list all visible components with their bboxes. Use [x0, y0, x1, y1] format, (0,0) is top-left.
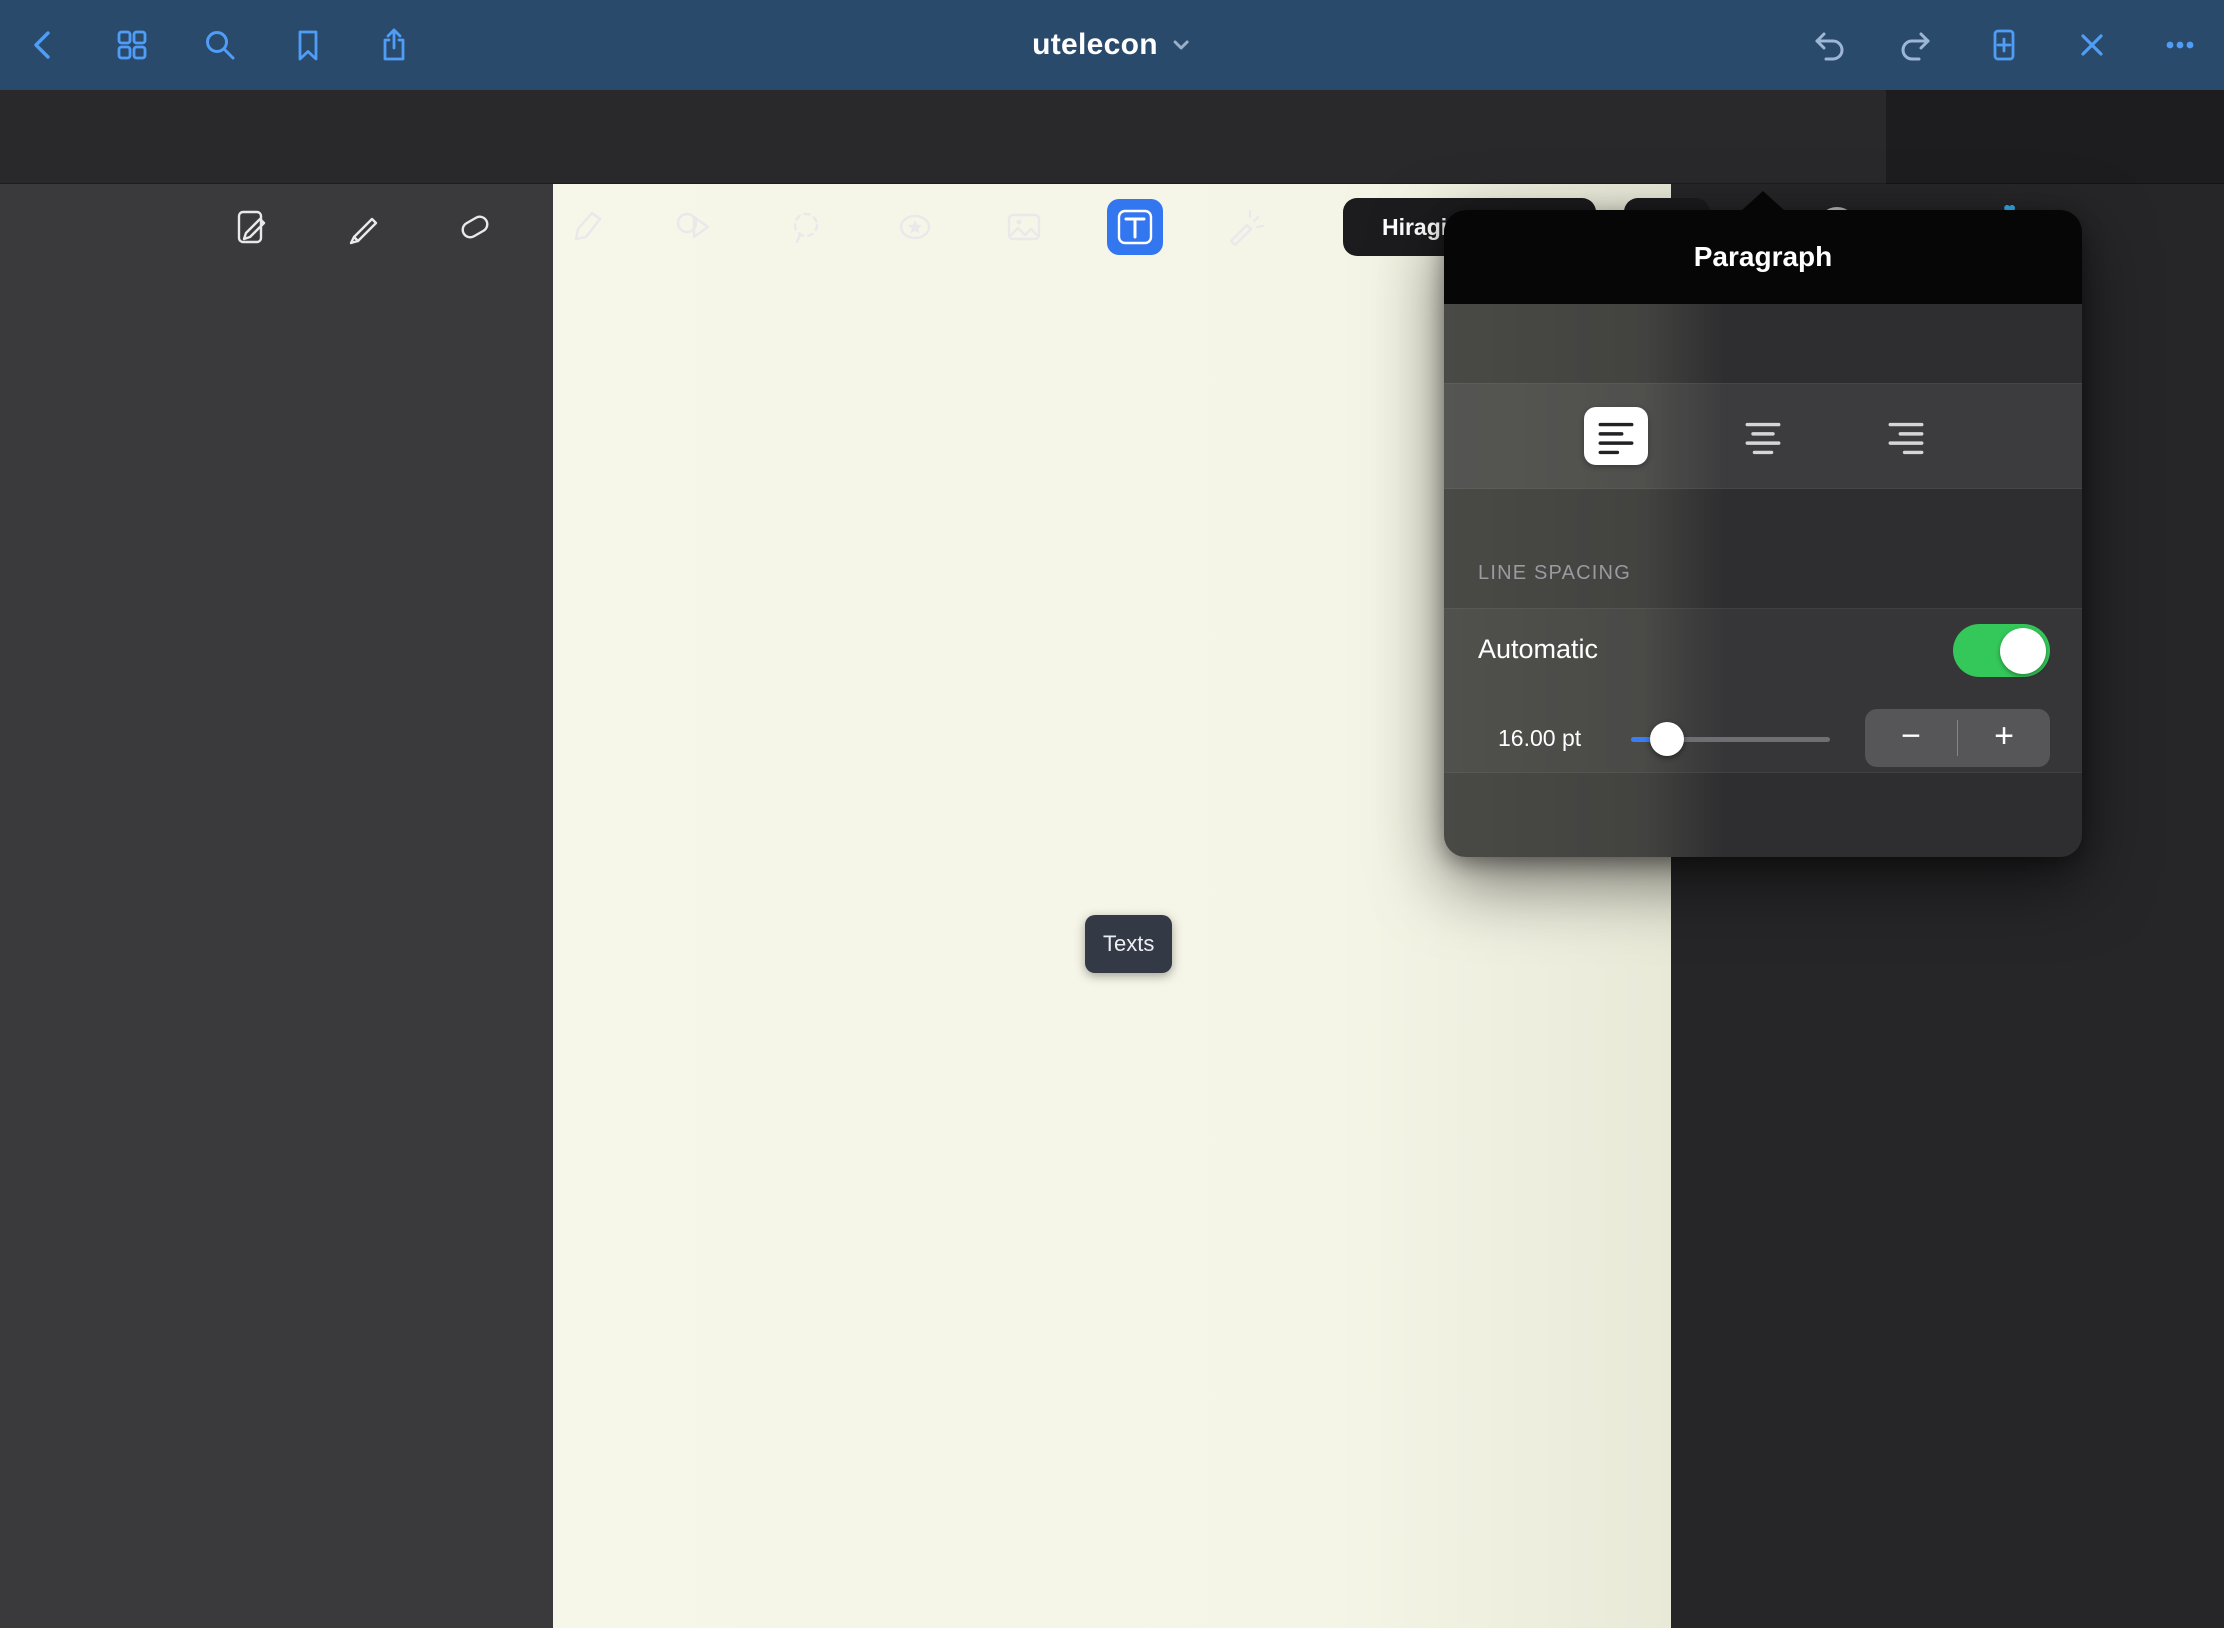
elements-tool[interactable]	[887, 199, 943, 255]
laser-pointer-tool-icon	[1217, 199, 1273, 255]
undo-button[interactable]	[1806, 21, 1854, 69]
automatic-toggle[interactable]	[1953, 624, 2050, 677]
align-right-option[interactable]	[1874, 407, 1938, 465]
text-tool-icon	[1107, 199, 1163, 255]
redo-icon	[1895, 25, 1935, 65]
close-button[interactable]	[2068, 21, 2116, 69]
automatic-label: Automatic	[1478, 634, 1598, 665]
selected-text-label: Texts	[1103, 931, 1154, 957]
canvas-background-left	[0, 184, 553, 1628]
back-icon	[23, 25, 63, 65]
search-icon	[200, 25, 240, 65]
back-button[interactable]	[19, 21, 67, 69]
eraser-tool-icon	[447, 199, 503, 255]
more-icon	[2160, 25, 2200, 65]
increase-spacing-button[interactable]: +	[1958, 709, 2050, 767]
popover-header: Paragraph	[1444, 210, 2082, 304]
popover-title: Paragraph	[1694, 241, 1833, 273]
toggle-knob	[2000, 628, 2046, 674]
laser-pointer-tool[interactable]	[1217, 199, 1273, 255]
lasso-tool-icon	[778, 199, 834, 255]
document-tool-icon	[224, 199, 280, 255]
text-tool[interactable]	[1107, 199, 1163, 255]
goodnotes-window: utelecon	[0, 0, 2224, 1628]
align-left-icon	[1596, 416, 1636, 456]
align-center-option[interactable]	[1731, 407, 1795, 465]
toolbar-dim-overlay	[1886, 90, 2224, 184]
popover-caret	[1741, 191, 1785, 211]
line-spacing-section-label: LINE SPACING	[1478, 562, 1631, 585]
pen-tool-icon	[336, 199, 392, 255]
image-tool-icon	[996, 199, 1052, 255]
shapes-tool[interactable]	[666, 199, 722, 255]
chevron-down-icon	[1170, 36, 1192, 54]
pages-overview-icon	[112, 25, 152, 65]
lasso-tool[interactable]	[778, 199, 834, 255]
document-title: utelecon	[1032, 28, 1158, 62]
image-tool[interactable]	[996, 199, 1052, 255]
share-button[interactable]	[370, 21, 418, 69]
redo-button[interactable]	[1891, 21, 1939, 69]
selected-text-object[interactable]: Texts	[1085, 915, 1172, 973]
search-button[interactable]	[196, 21, 244, 69]
highlighter-tool[interactable]	[558, 199, 614, 255]
highlighter-tool-icon	[558, 199, 614, 255]
bookmark-button[interactable]	[284, 21, 332, 69]
align-left-option[interactable]	[1584, 407, 1648, 465]
undo-icon	[1810, 25, 1850, 65]
shapes-tool-icon	[666, 199, 722, 255]
more-button[interactable]	[2156, 21, 2204, 69]
eraser-tool[interactable]	[447, 199, 503, 255]
navigation-bar: utelecon	[0, 0, 2224, 90]
tool-bar: HiraginoSans-... 16	[0, 90, 2224, 184]
align-right-icon	[1886, 416, 1926, 456]
add-page-button[interactable]	[1980, 21, 2028, 69]
decrease-spacing-button[interactable]: −	[1865, 709, 1957, 767]
align-center-icon	[1743, 416, 1783, 456]
share-icon	[374, 25, 414, 65]
elements-tool-icon	[887, 199, 943, 255]
line-spacing-value: 16.00 pt	[1498, 725, 1581, 752]
document-title-button[interactable]: utelecon	[1032, 0, 1192, 90]
close-icon	[2072, 25, 2112, 65]
paragraph-popover: Paragraph LINE SPACING Automatic 16.00 p…	[1444, 210, 2082, 857]
document-tool[interactable]	[224, 199, 280, 255]
line-spacing-stepper: − +	[1865, 709, 2050, 767]
add-page-icon	[1984, 25, 2024, 65]
bookmark-icon	[288, 25, 328, 65]
pen-tool[interactable]	[336, 199, 392, 255]
line-spacing-slider[interactable]	[1631, 737, 1830, 742]
slider-knob[interactable]	[1650, 722, 1684, 756]
pages-overview-button[interactable]	[108, 21, 156, 69]
